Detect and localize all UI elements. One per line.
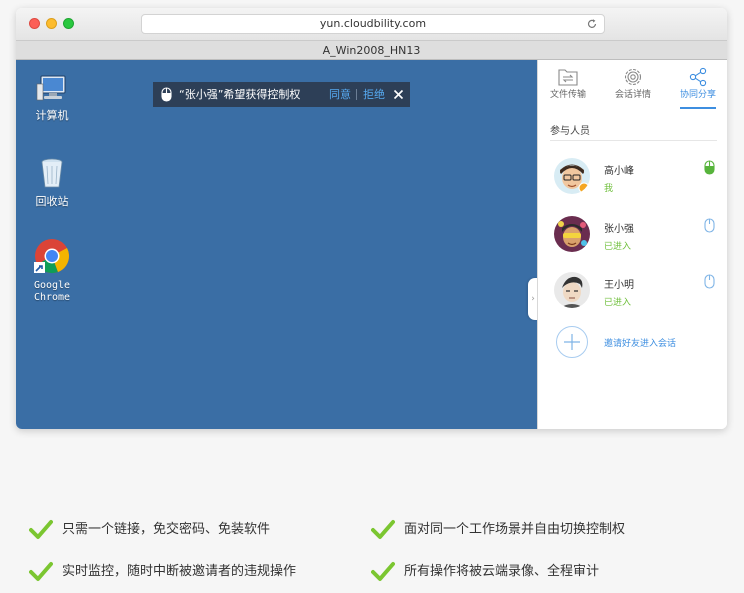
checkmark-icon xyxy=(371,562,395,581)
reload-icon[interactable] xyxy=(586,18,598,30)
reject-button[interactable]: 拒绝 xyxy=(363,88,385,101)
desktop-icon-computer[interactable]: 计算机 xyxy=(22,74,82,122)
divider xyxy=(356,89,357,100)
browser-window: yun.cloudbility.com A_Win2008_HN13 计算机 回… xyxy=(16,8,727,429)
feature-text: 只需一个链接，免交密码、免装软件 xyxy=(62,522,271,537)
file-transfer-icon xyxy=(558,69,578,86)
checkmark-icon xyxy=(29,562,53,581)
feature-text: 所有操作将被云端录像、全程审计 xyxy=(404,564,600,579)
participant-status: 已进入 xyxy=(604,298,632,308)
close-window-button[interactable] xyxy=(29,18,40,29)
title-bar: yun.cloudbility.com xyxy=(16,8,727,40)
tab-label: 协同分享 xyxy=(679,90,716,100)
tab-file-transfer[interactable]: 文件传输 xyxy=(538,60,598,112)
desktop-icon-label: 回收站 xyxy=(35,195,69,208)
participant-row[interactable]: 王小明 已进入 xyxy=(538,272,727,316)
desktop-icon-recycle-bin[interactable]: 回收站 xyxy=(22,156,82,208)
participant-row[interactable]: 张小强 已进入 xyxy=(538,216,727,260)
mouse-control-icon[interactable] xyxy=(704,274,715,289)
participant-row[interactable]: 高小峰 我 xyxy=(538,158,727,202)
checkmark-icon xyxy=(371,520,395,539)
divider xyxy=(550,140,717,141)
remote-desktop[interactable]: 计算机 回收站 Google Chrome “张小强”希望获得控制权 同意 拒绝 xyxy=(16,60,537,429)
gear-icon xyxy=(624,68,642,86)
section-title: 参与人员 xyxy=(550,126,590,137)
share-icon xyxy=(689,67,707,87)
chrome-icon xyxy=(34,239,70,274)
recycle-bin-icon xyxy=(41,158,63,188)
control-request-bar: “张小强”希望获得控制权 同意 拒绝 xyxy=(153,82,410,107)
control-request-message: “张小强”希望获得控制权 xyxy=(179,88,301,101)
side-panel: 文件传输 会话详情 协同分享 参与人员 高小峰 我 张小强 已进入 王小明 已进… xyxy=(537,60,727,429)
close-icon[interactable] xyxy=(393,89,404,100)
invite-link[interactable]: 邀请好友进入会话 xyxy=(604,336,676,349)
tab-session-details[interactable]: 会话详情 xyxy=(603,60,663,112)
desktop-icon-label: 计算机 xyxy=(35,109,69,122)
tab-bar: A_Win2008_HN13 xyxy=(16,40,727,60)
zoom-window-button[interactable] xyxy=(63,18,74,29)
feature-text: 面对同一个工作场景并自由切换控制权 xyxy=(404,522,626,537)
avatar xyxy=(554,216,590,252)
mouse-control-icon[interactable] xyxy=(704,218,715,233)
desktop-icon-chrome[interactable]: Google Chrome xyxy=(22,238,82,304)
tab-collaborative-share[interactable]: 协同分享 xyxy=(668,60,727,112)
desktop-icon-label-line2: Chrome xyxy=(33,292,71,303)
computer-icon xyxy=(36,75,66,101)
feature-text: 实时监控，随时中断被邀请者的违规操作 xyxy=(62,564,297,579)
mouse-icon xyxy=(161,87,172,102)
participant-name: 高小峰 xyxy=(604,166,634,177)
checkmark-icon xyxy=(29,520,53,539)
active-tab-indicator xyxy=(680,107,716,109)
agree-button[interactable]: 同意 xyxy=(329,88,351,101)
participant-name: 张小强 xyxy=(604,224,634,235)
plus-icon xyxy=(564,334,580,350)
invite-button[interactable] xyxy=(556,326,588,358)
tab-title[interactable]: A_Win2008_HN13 xyxy=(323,44,421,57)
participant-status: 已进入 xyxy=(604,242,632,252)
participant-name: 王小明 xyxy=(604,280,634,291)
mouse-control-icon-active[interactable] xyxy=(704,160,715,175)
minimize-window-button[interactable] xyxy=(46,18,57,29)
tab-label: 文件传输 xyxy=(549,90,586,100)
avatar xyxy=(554,272,590,308)
tab-label: 会话详情 xyxy=(614,90,651,100)
desktop-icon-label-line1: Google xyxy=(33,280,71,291)
participant-status: 我 xyxy=(604,184,614,194)
address-bar[interactable]: yun.cloudbility.com xyxy=(141,14,605,34)
url-text: yun.cloudbility.com xyxy=(319,17,427,30)
avatar xyxy=(554,158,590,194)
